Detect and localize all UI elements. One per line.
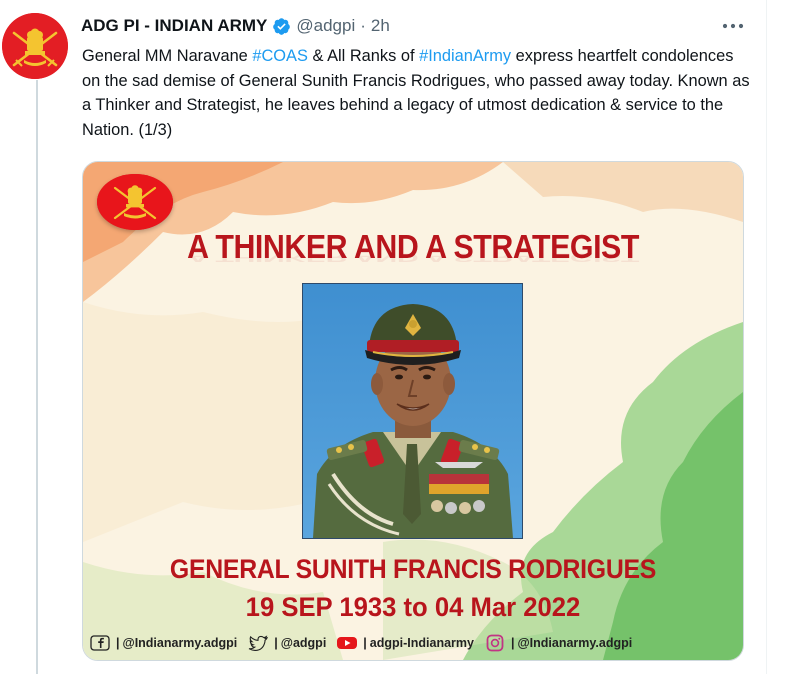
social-handles-bar: | @Indianarmy.adgpi | @adgpi | adgpi-Ind…: [89, 633, 737, 653]
twitter-icon: [247, 634, 269, 652]
timeline-right-border: [766, 0, 767, 674]
general-name-caption: GENERAL SUNITH FRANCIS RODRIGUES: [169, 554, 657, 584]
verified-badge-icon: [272, 17, 291, 36]
tweet-header: ADG PI - INDIAN ARMY @adgpi · 2h: [81, 14, 760, 38]
general-portrait: [302, 283, 523, 539]
tweet-text-segment: & All Ranks of: [307, 47, 420, 65]
life-dates-caption: 19 SEP 1933 to 04 Mar 2022: [245, 592, 581, 622]
tweet-timestamp[interactable]: 2h: [371, 16, 390, 36]
header-separator: ·: [360, 16, 366, 35]
social-twitter: | @adgpi: [247, 634, 326, 652]
instagram-handle: @Indianarmy.adgpi: [517, 636, 633, 650]
youtube-icon: [336, 634, 358, 652]
hashtag-coas[interactable]: #COAS: [252, 47, 308, 65]
twitter-handle: @adgpi: [280, 636, 327, 650]
hashtag-indianarmy[interactable]: #IndianArmy: [419, 47, 511, 65]
separator: |: [116, 636, 120, 650]
separator: |: [274, 636, 278, 650]
social-facebook: | @Indianarmy.adgpi: [89, 634, 237, 652]
social-youtube: | adgpi-Indianarmy: [336, 634, 474, 652]
separator: |: [363, 636, 367, 650]
social-instagram: | @Indianarmy.adgpi: [484, 634, 632, 652]
facebook-handle: @Indianarmy.adgpi: [122, 636, 238, 650]
author-name[interactable]: ADG PI - INDIAN ARMY: [81, 16, 267, 36]
facebook-icon: [89, 634, 111, 652]
tweet-text-segment: General MM Naravane: [82, 47, 253, 65]
author-handle[interactable]: @adgpi: [296, 16, 355, 36]
banner-title-reflection: A THINKER AND A STRATEGIST: [187, 251, 639, 264]
separator: |: [510, 636, 515, 650]
instagram-icon: [484, 634, 506, 652]
more-options-icon[interactable]: [718, 16, 748, 36]
youtube-handle: adgpi-Indianarmy: [369, 636, 474, 650]
thread-connector-line: [36, 80, 38, 674]
indian-army-emblem-icon: [2, 13, 68, 79]
tweet-body: General MM Naravane #COAS & All Ranks of…: [82, 44, 752, 142]
army-logo-icon: [97, 174, 173, 230]
tweet-media-image[interactable]: A THINKER AND A STRATEGIST A THINKER AND…: [82, 161, 744, 661]
author-avatar[interactable]: [2, 13, 68, 79]
